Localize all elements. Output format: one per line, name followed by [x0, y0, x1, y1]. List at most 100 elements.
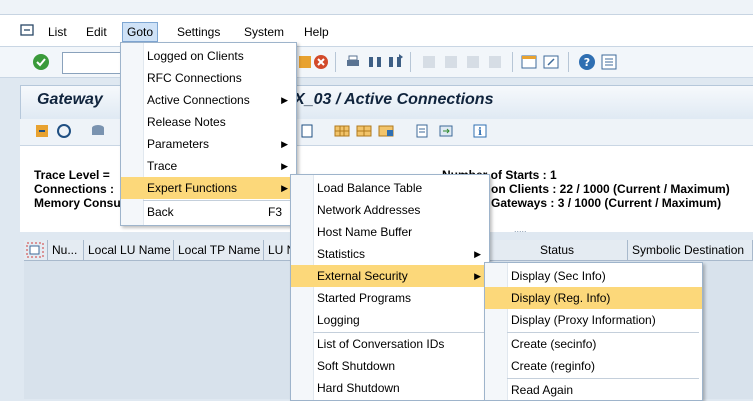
menu-item-soft-shutdown[interactable]: Soft Shutdown	[291, 355, 489, 377]
next-page-icon	[464, 53, 482, 71]
submenu-arrow-icon: ▶	[281, 95, 288, 105]
toolbar-separator	[568, 52, 569, 72]
menu-edit[interactable]: Edit	[82, 23, 111, 41]
menu-item-label: External Security	[317, 269, 408, 283]
page-title-suffix: X_03 / Active Connections	[294, 91, 494, 108]
find-next-icon[interactable]	[386, 53, 404, 71]
clients-label: on Clients : 22 / 1000 (Current / Maximu…	[491, 182, 730, 196]
cancel-icon[interactable]	[312, 53, 330, 71]
find-icon[interactable]	[366, 53, 384, 71]
command-field[interactable]	[62, 52, 124, 74]
menu-item-label: Display (Proxy Information)	[511, 313, 656, 327]
menu-item-parameters[interactable]: Parameters ▶	[121, 133, 296, 155]
grid-settings-icon[interactable]	[378, 123, 394, 142]
menu-item-label: Active Connections	[147, 93, 250, 107]
menu-item-create-reginfo[interactable]: Create (reginfo)	[485, 355, 702, 377]
menu-item-display-sec-info[interactable]: Display (Sec Info)	[485, 265, 702, 287]
export-icon[interactable]	[414, 123, 430, 142]
gateways-label: Gateways : 3 / 1000 (Current / Maximum)	[491, 196, 722, 210]
menu-item-label: List of Conversation IDs	[317, 337, 445, 351]
menu-item-active-connections[interactable]: Active Connections ▶	[121, 89, 296, 111]
splitter-handle[interactable]: .....	[514, 224, 527, 234]
connections-label: Connections :	[34, 182, 114, 196]
menu-icon[interactable]	[20, 23, 36, 40]
menu-goto[interactable]: Goto	[122, 22, 159, 42]
toolbar-separator	[410, 52, 411, 72]
menu-item-display-reg-info[interactable]: Display (Reg. Info)	[485, 287, 702, 309]
column-status[interactable]: Status	[536, 240, 628, 260]
menu-item-external-security[interactable]: External Security ▶	[291, 265, 489, 287]
menu-item-label: Display (Reg. Info)	[511, 291, 611, 305]
menu-item-create-secinfo[interactable]: Create (secinfo)	[485, 333, 702, 355]
menu-item-host-name-buffer[interactable]: Host Name Buffer	[291, 221, 489, 243]
menu-item-rfc-connections[interactable]: RFC Connections	[121, 67, 296, 89]
menu-item-release-notes[interactable]: Release Notes	[121, 111, 296, 133]
menu-item-label: Host Name Buffer	[317, 225, 413, 239]
menu-item-load-balance-table[interactable]: Load Balance Table	[291, 177, 489, 199]
info-icon[interactable]: i	[472, 123, 488, 142]
reload-icon[interactable]	[56, 123, 72, 142]
previous-page-icon	[442, 53, 460, 71]
menu-item-label: Statistics	[317, 247, 366, 261]
menu-item-label: Load Balance Table	[317, 181, 423, 195]
menu-item-trace[interactable]: Trace ▶	[121, 155, 296, 177]
submenu-arrow-icon: ▶	[474, 249, 481, 259]
external-security-menu: Display (Sec Info) Display (Reg. Info) D…	[484, 262, 703, 401]
select-all-button[interactable]	[24, 240, 48, 260]
column-local-lu-name[interactable]: Local LU Name	[84, 240, 174, 260]
menu-item-display-proxy-information[interactable]: Display (Proxy Information)	[485, 309, 702, 331]
svg-text:?: ?	[584, 56, 590, 69]
last-page-icon	[486, 53, 504, 71]
menu-item-started-programs[interactable]: Started Programs	[291, 287, 489, 309]
menu-item-label: Logged on Clients	[147, 49, 244, 63]
column-number[interactable]: Nu...	[48, 240, 84, 260]
menu-item-list-of-conversation-ids[interactable]: List of Conversation IDs	[291, 333, 489, 355]
send-icon[interactable]	[438, 123, 454, 142]
menu-item-label: Release Notes	[147, 115, 226, 129]
menu-item-network-addresses[interactable]: Network Addresses	[291, 199, 489, 221]
menu-settings[interactable]: Settings	[173, 23, 224, 41]
menu-item-label: Started Programs	[317, 291, 412, 305]
menu-item-label: Logging	[317, 313, 360, 327]
menu-item-logged-on-clients[interactable]: Logged on Clients	[121, 45, 296, 67]
first-page-icon	[420, 53, 438, 71]
menu-item-expert-functions[interactable]: Expert Functions ▶	[121, 177, 296, 199]
trace-level-label: Trace Level =	[34, 168, 110, 182]
grid-icon[interactable]	[334, 123, 350, 142]
menu-item-statistics[interactable]: Statistics ▶	[291, 243, 489, 265]
help-icon[interactable]: ?	[578, 53, 596, 71]
menu-item-hard-shutdown[interactable]: Hard Shutdown	[291, 377, 489, 399]
menu-item-label: Soft Shutdown	[317, 359, 396, 373]
menu-item-label: Parameters	[147, 137, 210, 151]
menu-bar: List Edit Goto Settings System Help	[0, 15, 753, 47]
grid-filter-icon[interactable]	[356, 123, 372, 142]
menu-item-back[interactable]: Back F3	[121, 201, 296, 223]
menu-system[interactable]: System	[240, 23, 288, 41]
print-icon[interactable]	[344, 53, 362, 71]
column-local-tp-name[interactable]: Local TP Name	[174, 240, 264, 260]
toolbar-separator	[512, 52, 513, 72]
menu-item-label: Trace	[147, 159, 178, 173]
toolbar-separator	[335, 52, 336, 72]
menu-item-label: Back	[147, 205, 174, 219]
menu-help[interactable]: Help	[300, 23, 333, 41]
submenu-arrow-icon: ▶	[281, 161, 288, 171]
shortcut-icon[interactable]	[542, 53, 560, 71]
refresh-icon[interactable]	[34, 123, 50, 142]
select-icon[interactable]	[300, 123, 316, 142]
database-icon[interactable]	[90, 123, 106, 142]
submenu-arrow-icon: ▶	[281, 183, 288, 193]
menu-item-label: RFC Connections	[147, 71, 242, 85]
layout-menu-icon[interactable]	[600, 53, 618, 71]
goto-menu: Logged on Clients RFC Connections Active…	[120, 42, 297, 226]
menu-item-read-again[interactable]: Read Again	[485, 379, 702, 401]
menu-item-label: Hard Shutdown	[317, 381, 400, 395]
menu-item-label: Read Again	[511, 383, 574, 397]
enter-icon[interactable]	[32, 53, 50, 74]
submenu-arrow-icon: ▶	[474, 271, 481, 281]
column-symbolic-destination[interactable]: Symbolic Destination	[628, 240, 753, 260]
menu-list[interactable]: List	[44, 23, 71, 41]
create-session-icon[interactable]	[520, 53, 538, 71]
menu-item-logging[interactable]: Logging	[291, 309, 489, 331]
window-top-strip	[0, 0, 753, 15]
